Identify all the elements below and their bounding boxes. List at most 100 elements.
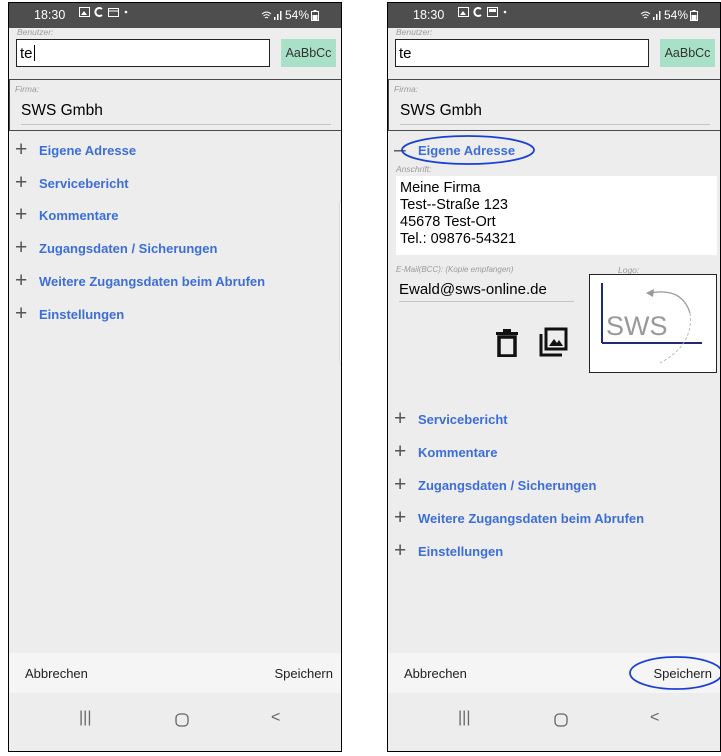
section-kommentare[interactable]: + Kommentare [15,203,119,226]
section-label: Einstellungen [39,306,125,322]
action-bar: Abbrechen Speichern [388,653,720,693]
plus-icon: + [394,407,407,430]
section-kommentare[interactable]: + Kommentare [394,440,498,463]
email-field[interactable]: Ewald@sws-online.de [399,281,547,298]
section-eigene-adresse[interactable]: + Eigene Adresse [15,138,137,161]
plus-icon: + [15,138,28,161]
anschrift-line: Tel.: 09876-54321 [400,231,517,247]
battery-icon [311,9,319,21]
dot-icon [503,10,507,14]
edge-panel-handle[interactable]: < [340,196,341,368]
signal-icon [652,10,661,20]
plus-icon: + [15,269,28,292]
section-label: Weitere Zugangsdaten beim Abrufen [39,273,266,289]
text-cursor [33,45,35,61]
section-label: Kommentare [39,207,119,223]
section-zugangsdaten[interactable]: + Zugangsdaten / Sicherungen [15,236,218,259]
section-zugangsdaten[interactable]: + Zugangsdaten / Sicherungen [394,473,597,496]
section-einstellungen[interactable]: + Einstellungen [15,302,125,325]
font-style-button[interactable]: AaBbCc [660,39,715,67]
dot-icon [124,10,128,14]
plus-icon: + [15,302,28,325]
image-icon [458,7,469,17]
battery-percent: 54% [284,8,309,22]
section-label: Servicebericht [39,175,129,191]
save-button[interactable]: Speichern [274,666,333,681]
section-label: Einstellungen [418,543,504,559]
section-weitere-zugangsdaten[interactable]: + Weitere Zugangsdaten beim Abrufen [394,506,645,529]
plus-icon: + [394,539,407,562]
firma-label: Firma: [394,84,419,94]
cancel-button[interactable]: Abbrechen [25,666,88,681]
back-icon[interactable]: < [271,709,280,727]
user-label: Benutzer: [17,27,54,37]
back-icon[interactable]: < [650,709,659,727]
home-icon[interactable] [175,713,189,727]
status-icons [79,7,129,17]
status-icons [458,7,508,17]
plus-icon: + [394,473,407,496]
section-label: Zugangsdaten / Sicherungen [39,240,218,256]
trash-icon[interactable] [496,329,518,357]
section-label: Zugangsdaten / Sicherungen [418,477,597,493]
anschrift-line: Test--Straße 123 [400,197,508,213]
firma-field[interactable]: Firma: SWS Gmbh [388,79,720,131]
status-bar: 18:30 54% [9,3,341,28]
cancel-button[interactable]: Abbrechen [404,666,467,681]
user-label: Benutzer: [396,27,433,37]
section-label: Weitere Zugangsdaten beim Abrufen [418,510,645,526]
font-style-button[interactable]: AaBbCc [281,39,336,67]
action-bar: Abbrechen Speichern [9,653,341,693]
signal-icon [273,10,282,20]
gallery-icon[interactable] [538,327,568,357]
navigation-bar: ||| < [9,693,341,751]
section-einstellungen[interactable]: + Einstellungen [394,539,504,562]
plus-icon: + [394,440,407,463]
plus-icon: + [394,506,407,529]
logo-graphic: SWS [601,283,702,364]
phone-screen-left: 18:30 54% Benutzer: te AaBbCc Firma: SWS… [8,2,342,752]
email-label: E-Mail(BCC): (Kopie empfangen) [396,265,514,274]
wifi-icon [261,11,272,18]
wifi-icon [640,11,651,18]
section-weitere-zugangsdaten[interactable]: + Weitere Zugangsdaten beim Abrufen [15,269,266,292]
phone-screen-right: 18:30 54% Benutzer: te AaBbCc Firma: SWS… [387,2,721,752]
battery-percent: 54% [663,8,688,22]
battery-icon [690,9,698,21]
save-button[interactable]: Speichern [653,666,712,681]
status-right: 54% [261,8,319,22]
section-label: Kommentare [418,444,498,460]
section-label: Eigene Adresse [418,142,516,158]
status-time: 18:30 [34,8,66,22]
section-eigene-adresse[interactable]: – Eigene Adresse [394,139,516,160]
user-input[interactable]: te [395,39,649,67]
firma-underline [400,124,710,125]
recent-apps-icon[interactable]: ||| [458,709,470,727]
logo-image[interactable]: SWS [589,274,717,373]
email-underline [399,301,574,302]
user-input-value: te [20,45,33,62]
firma-label: Firma: [15,84,40,94]
section-servicebericht[interactable]: + Servicebericht [394,407,508,430]
plus-icon: + [15,203,28,226]
c-icon [94,7,103,17]
window-icon [487,7,498,17]
anschrift-line: Meine Firma [400,180,481,196]
calendar-icon [108,8,119,17]
anschrift-line: 45678 Test-Ort [400,214,496,230]
navigation-bar: ||| < [388,693,720,751]
firma-underline [21,124,331,125]
user-input[interactable]: te [16,39,270,67]
section-label: Eigene Adresse [39,142,137,158]
plus-icon: + [15,236,28,259]
firma-field[interactable]: Firma: SWS Gmbh [9,79,341,131]
anschrift-field[interactable]: Meine Firma Test--Straße 123 45678 Test-… [396,176,717,255]
recent-apps-icon[interactable]: ||| [79,709,91,727]
home-icon[interactable] [554,713,568,727]
anschrift-label: Anschrift: [396,164,432,174]
c-icon [473,7,482,17]
image-icon [79,7,90,17]
section-servicebericht[interactable]: + Servicebericht [15,172,129,193]
section-label: Servicebericht [418,411,508,427]
status-right: 54% [640,8,698,22]
